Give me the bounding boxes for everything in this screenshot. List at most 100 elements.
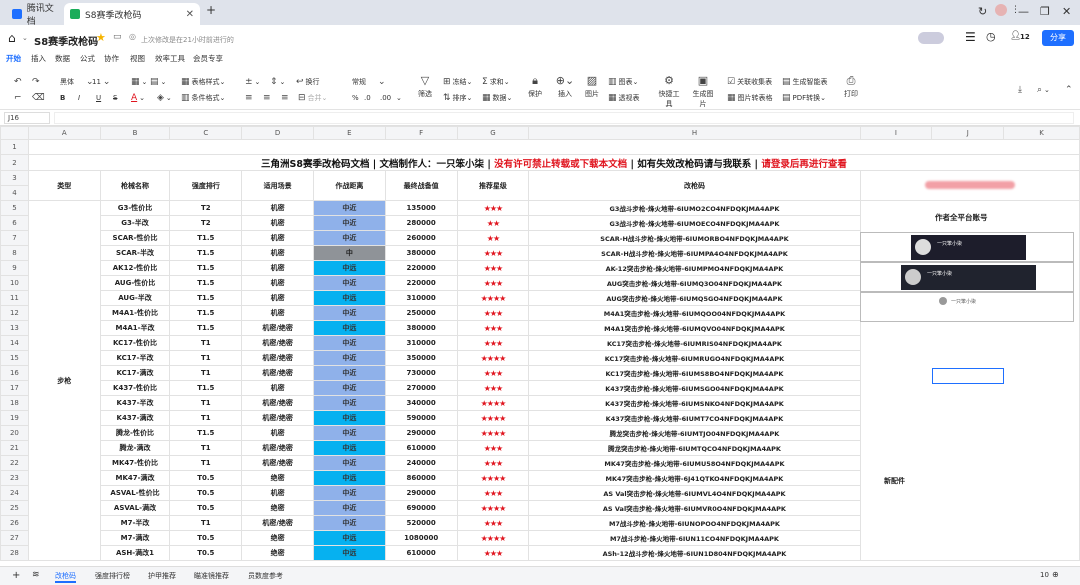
image-button[interactable]: ▨ 图片: [579, 74, 605, 99]
stars-cell[interactable]: ★★★: [456, 200, 530, 216]
header-rank[interactable]: 强度排行: [169, 170, 243, 201]
scene-cell[interactable]: 机密: [241, 215, 314, 231]
print-button[interactable]: ⎙ 打印: [838, 74, 864, 99]
range-cell[interactable]: 中近: [313, 485, 386, 501]
code-cell[interactable]: 腾龙突击步枪-烽火地带-6IUMTJO04NFDQKJMA4APK: [528, 425, 861, 441]
zoom-in-icon[interactable]: ⊕: [1052, 570, 1059, 579]
header-type[interactable]: 类型: [27, 170, 101, 201]
col-header-j[interactable]: J: [931, 126, 1005, 140]
code-cell[interactable]: SCAR-H战斗步枪-烽火地带-6IUMORBO4NFDQKJMA4APK: [528, 230, 861, 246]
code-cell[interactable]: AS Val突击步枪-烽火地带-6IUMVR0O4NFDQKJMA4APK: [528, 500, 861, 516]
number-format-select[interactable]: 常规 ⌄: [352, 75, 388, 88]
scene-cell[interactable]: 机密: [241, 200, 314, 216]
bold-icon[interactable]: B: [60, 91, 65, 104]
weapon-name-cell[interactable]: SCAR-半改: [99, 245, 171, 261]
weapon-name-cell[interactable]: KC17-满改: [99, 365, 171, 381]
link-form-button[interactable]: ☑ 关联收集表: [727, 75, 772, 88]
code-cell[interactable]: G3战斗步枪-烽火地带-6IUMOECO4NFDQKJMA4APK: [528, 215, 861, 231]
weapon-name-cell[interactable]: AUG-半改: [99, 290, 171, 306]
stars-cell[interactable]: ★★★: [456, 320, 530, 336]
cost-cell[interactable]: 250000: [384, 305, 458, 321]
scene-cell[interactable]: 机密/绝密: [241, 395, 314, 411]
sheet-list-icon[interactable]: ≋: [32, 570, 40, 580]
add-sheet-icon[interactable]: +: [12, 570, 20, 581]
weapon-name-cell[interactable]: ASVAL-满改: [99, 500, 171, 516]
conditional-format-button[interactable]: ▥ 条件格式 ⌄: [181, 91, 225, 104]
scene-cell[interactable]: 机密/绝密: [241, 410, 314, 426]
range-cell[interactable]: 中近: [313, 275, 386, 291]
rank-cell[interactable]: T0.5: [169, 545, 243, 561]
code-cell[interactable]: M4A1突击步枪-烽火地带-6IUMQVO04NFDQKJMA4APK: [528, 320, 861, 336]
code-cell[interactable]: AK-12突击步枪-烽火地带-6IUMPMO4NFDQKJMA4APK: [528, 260, 861, 276]
scene-cell[interactable]: 机密/绝密: [241, 335, 314, 351]
rank-cell[interactable]: T1: [169, 515, 243, 531]
scene-cell[interactable]: 机密: [241, 245, 314, 261]
share-button[interactable]: 分享: [1042, 30, 1074, 46]
stars-cell[interactable]: ★★★: [456, 260, 530, 276]
insert-button[interactable]: ⊕⌄ 插入: [552, 74, 578, 99]
folder-icon[interactable]: ▭: [113, 32, 122, 42]
cost-cell[interactable]: 520000: [384, 515, 458, 531]
stars-cell[interactable]: ★★: [456, 230, 530, 246]
code-cell[interactable]: KC17突击步枪-烽火地带-6IUMRIS04NFDQKJMA4APK: [528, 335, 861, 351]
data-button[interactable]: ▦ 数据 ⌄: [482, 91, 512, 104]
cost-cell[interactable]: 350000: [384, 350, 458, 366]
zoom-level[interactable]: 10: [1040, 571, 1049, 579]
header-stars[interactable]: 推荐星级: [456, 170, 530, 201]
row-header[interactable]: 12: [0, 305, 29, 321]
title-banner[interactable]: 三角洲S8赛季改枪码文档 | 文档制作人：一只笨小柒 | 没有许可禁止转载或下载…: [27, 154, 1080, 171]
row-header[interactable]: 23: [0, 470, 29, 486]
rank-cell[interactable]: T1: [169, 440, 243, 456]
cost-cell[interactable]: 1080000: [384, 530, 458, 546]
formula-input[interactable]: [54, 112, 1074, 124]
scene-cell[interactable]: 机密: [241, 260, 314, 276]
fill-color-icon[interactable]: ◈ ⌄: [157, 91, 172, 104]
row-header[interactable]: 28: [0, 545, 29, 561]
range-cell[interactable]: 中远: [313, 530, 386, 546]
rank-cell[interactable]: T1.5: [169, 290, 243, 306]
close-tab-icon[interactable]: ✕: [186, 9, 194, 20]
wrap-button[interactable]: ↩ 换行: [296, 75, 320, 88]
cost-cell[interactable]: 135000: [384, 200, 458, 216]
weapon-name-cell[interactable]: K437-满改: [99, 410, 171, 426]
row-header[interactable]: 1: [0, 139, 29, 155]
row-header[interactable]: 3: [0, 170, 29, 186]
header-name[interactable]: 枪械名称: [99, 170, 171, 201]
stars-cell[interactable]: ★★★: [456, 455, 530, 471]
row-header[interactable]: 8: [0, 245, 29, 261]
weapon-name-cell[interactable]: M4A1-性价比: [99, 305, 171, 321]
protect-button[interactable]: 🔒︎ 保护: [522, 74, 548, 99]
cost-cell[interactable]: 290000: [384, 485, 458, 501]
profile-card-2[interactable]: 一只笨小柒: [860, 262, 1074, 292]
col-header-g[interactable]: G: [456, 126, 530, 140]
weapon-name-cell[interactable]: M7-半改: [99, 515, 171, 531]
code-cell[interactable]: AUG突击步枪-烽火地带-6IUMQ3O04NFDQKJMA4APK: [528, 275, 861, 291]
filter-button[interactable]: ▽ 筛选: [412, 74, 438, 99]
close-window-icon[interactable]: ✕: [1062, 5, 1071, 18]
scene-cell[interactable]: 机密: [241, 425, 314, 441]
range-cell[interactable]: 中远: [313, 410, 386, 426]
weapon-name-cell[interactable]: 腾龙-满改: [99, 440, 171, 456]
minimize-icon[interactable]: —: [1018, 5, 1029, 18]
rank-cell[interactable]: T0.5: [169, 530, 243, 546]
underline-icon[interactable]: U: [96, 91, 101, 104]
weapon-name-cell[interactable]: G3-性价比: [99, 200, 171, 216]
align-vertical-icon[interactable]: ⇕ ⌄: [270, 75, 285, 88]
code-cell[interactable]: AS Val突击步枪-烽火地带-6IUMVL4O4NFDQKJMA4APK: [528, 485, 861, 501]
code-cell[interactable]: MK47突击步枪-烽火地带-6J41QTKO4NFDQKJMA4APK: [528, 470, 861, 486]
row-header[interactable]: 5: [0, 200, 29, 216]
weapon-name-cell[interactable]: M4A1-半改: [99, 320, 171, 336]
row-header[interactable]: 10: [0, 275, 29, 291]
col-header-b[interactable]: B: [99, 126, 171, 140]
range-cell[interactable]: 中近: [313, 305, 386, 321]
scene-cell[interactable]: 机密/绝密: [241, 320, 314, 336]
scene-cell[interactable]: 机密: [241, 305, 314, 321]
menu-view[interactable]: 视图: [130, 53, 145, 64]
weapon-name-cell[interactable]: ASH-满改1: [99, 545, 171, 561]
profile-avatar[interactable]: [995, 4, 1007, 16]
stars-cell[interactable]: ★★★★: [456, 470, 530, 486]
menu-collab[interactable]: 协作: [104, 53, 119, 64]
sheet-tab[interactable]: 员数度参考: [248, 571, 283, 581]
range-cell[interactable]: 中近: [313, 425, 386, 441]
rank-cell[interactable]: T2: [169, 200, 243, 216]
